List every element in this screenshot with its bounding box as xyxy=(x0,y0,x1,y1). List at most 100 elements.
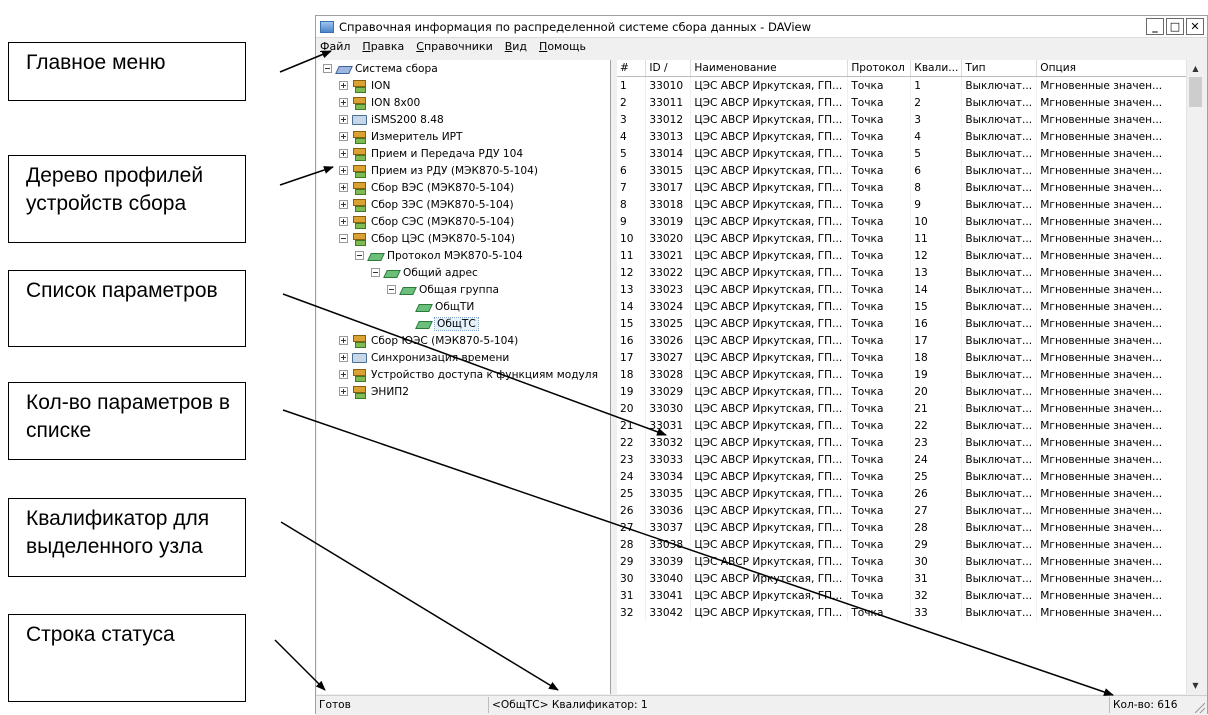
tree-node[interactable]: Прием из РДУ (МЭК870-5-104) xyxy=(339,162,538,179)
scroll-thumb[interactable] xyxy=(1189,77,1202,107)
collapse-icon[interactable] xyxy=(323,64,332,73)
scroll-down-icon[interactable]: ▼ xyxy=(1187,677,1204,694)
close-button[interactable]: ✕ xyxy=(1186,18,1204,35)
title-bar[interactable]: Справочная информация по распределенной … xyxy=(316,16,1207,38)
table-row[interactable]: 4 33013 ЦЭС АВСР Иркутская, ГП... Точка 4 Вык… xyxy=(617,128,1204,145)
table-row[interactable]: 19 33029 ЦЭС АВСР Иркутская, ГП... Точка 20 В… xyxy=(617,383,1204,400)
table-row[interactable]: 10 33020 ЦЭС АВСР Иркутская, ГП... Точка 11 В… xyxy=(617,230,1204,247)
expand-icon[interactable] xyxy=(339,183,348,192)
table-cell: ЦЭС АВСР Иркутская, ГП... xyxy=(690,485,849,502)
table-row[interactable]: 24 33034 ЦЭС АВСР Иркутская, ГП... Точка 25 В… xyxy=(617,468,1204,485)
tree-node[interactable]: Сбор ВЭС (МЭК870-5-104) xyxy=(339,179,514,196)
table-row[interactable]: 2 33011 ЦЭС АВСР Иркутская, ГП... Точка 2 Вык… xyxy=(617,94,1204,111)
table-cell: Точка xyxy=(847,162,912,179)
table-row[interactable]: 26 33036 ЦЭС АВСР Иркутская, ГП... Точка 27 В… xyxy=(617,502,1204,519)
tree-node[interactable]: Сбор СЭС (МЭК870-5-104) xyxy=(339,213,514,230)
expand-icon[interactable] xyxy=(339,149,348,158)
tree-node[interactable]: ЭНИП2 xyxy=(339,383,409,400)
column-header[interactable]: Наименование xyxy=(690,60,849,77)
table-row[interactable]: 30 33040 ЦЭС АВСР Иркутская, ГП... Точка 31 В… xyxy=(617,570,1204,587)
table-cell: 33029 xyxy=(645,383,692,400)
expand-icon[interactable] xyxy=(339,370,348,379)
expand-icon[interactable] xyxy=(339,98,348,107)
table-row[interactable]: 14 33024 ЦЭС АВСР Иркутская, ГП... Точка 15 В… xyxy=(617,298,1204,315)
table-cell: Выключат... xyxy=(961,76,1038,94)
table-cell: 9 xyxy=(910,196,963,213)
tree-node[interactable]: Устройство доступа к функциям модуля xyxy=(339,366,598,383)
table-row[interactable]: 8 33018 ЦЭС АВСР Иркутская, ГП... Точка 9 Вык… xyxy=(617,196,1204,213)
table-row[interactable]: 11 33021 ЦЭС АВСР Иркутская, ГП... Точка 12 В… xyxy=(617,247,1204,264)
column-header[interactable]: Квали... xyxy=(910,60,963,77)
table-row[interactable]: 31 33041 ЦЭС АВСР Иркутская, ГП... Точка 32 В… xyxy=(617,587,1204,604)
table-row[interactable]: 5 33014 ЦЭС АВСР Иркутская, ГП... Точка 5 Вык… xyxy=(617,145,1204,162)
expand-icon[interactable] xyxy=(339,353,348,362)
tree-node[interactable]: Сбор ЗЭС (МЭК870-5-104) xyxy=(339,196,514,213)
tree-node[interactable]: Общий адрес xyxy=(371,264,478,281)
tree-node[interactable]: ОбщТС xyxy=(403,315,479,332)
tree-node[interactable]: Протокол МЭК870-5-104 xyxy=(355,247,523,264)
menu-item-0[interactable]: Файл xyxy=(320,40,350,53)
table-row[interactable]: 7 33017 ЦЭС АВСР Иркутская, ГП... Точка 8 Вык… xyxy=(617,179,1204,196)
table-row[interactable]: 27 33037 ЦЭС АВСР Иркутская, ГП... Точка 28 В… xyxy=(617,519,1204,536)
expand-icon[interactable] xyxy=(339,166,348,175)
table-row[interactable]: 25 33035 ЦЭС АВСР Иркутская, ГП... Точка 26 В… xyxy=(617,485,1204,502)
table-row[interactable]: 28 33038 ЦЭС АВСР Иркутская, ГП... Точка 29 В… xyxy=(617,536,1204,553)
table-row[interactable]: 3 33012 ЦЭС АВСР Иркутская, ГП... Точка 3 Вык… xyxy=(617,111,1204,128)
collapse-icon[interactable] xyxy=(371,268,380,277)
expand-icon[interactable] xyxy=(339,81,348,90)
menu-item-2[interactable]: Справочники xyxy=(416,40,492,53)
tree-node[interactable]: ОбщТИ xyxy=(403,298,474,315)
expand-icon[interactable] xyxy=(339,115,348,124)
menu-item-1[interactable]: Правка xyxy=(362,40,404,53)
table-cell: Точка xyxy=(847,434,912,451)
table-row[interactable]: 12 33022 ЦЭС АВСР Иркутская, ГП... Точка 13 В… xyxy=(617,264,1204,281)
maximize-button[interactable]: □ xyxy=(1166,18,1184,35)
tree-node[interactable]: Система сбора xyxy=(323,60,438,77)
tree-node[interactable]: ION 8x00 xyxy=(339,94,420,111)
table-row[interactable]: 29 33039 ЦЭС АВСР Иркутская, ГП... Точка 30 В… xyxy=(617,553,1204,570)
table-cell: ЦЭС АВСР Иркутская, ГП... xyxy=(690,315,849,332)
menu-item-4[interactable]: Помощь xyxy=(539,40,586,53)
table-row[interactable]: 15 33025 ЦЭС АВСР Иркутская, ГП... Точка 16 В… xyxy=(617,315,1204,332)
table-row[interactable]: 23 33033 ЦЭС АВСР Иркутская, ГП... Точка 24 В… xyxy=(617,451,1204,468)
table-row[interactable]: 13 33023 ЦЭС АВСР Иркутская, ГП... Точка 14 В… xyxy=(617,281,1204,298)
table-row[interactable]: 17 33027 ЦЭС АВСР Иркутская, ГП... Точка 18 В… xyxy=(617,349,1204,366)
device-profile-tree[interactable]: Система сбора ION ION 8x00 iSMS200 8.48 Изме… xyxy=(317,60,611,694)
table-row[interactable]: 20 33030 ЦЭС АВСР Иркутская, ГП... Точка 21 В… xyxy=(617,400,1204,417)
table-row[interactable]: 1 33010 ЦЭС АВСР Иркутская, ГП... Точка 1 Вык… xyxy=(617,76,1204,94)
tree-node[interactable]: iSMS200 8.48 xyxy=(339,111,444,128)
expand-icon[interactable] xyxy=(339,132,348,141)
table-row[interactable]: 21 33031 ЦЭС АВСР Иркутская, ГП... Точка 22 В… xyxy=(617,417,1204,434)
collapse-icon[interactable] xyxy=(339,234,348,243)
tree-node[interactable]: Общая группа xyxy=(387,281,499,298)
collapse-icon[interactable] xyxy=(355,251,364,260)
minimize-button[interactable]: _ xyxy=(1146,18,1164,35)
column-header[interactable]: # xyxy=(617,60,647,77)
tree-node[interactable]: Сбор ЮЭС (МЭК870-5-104) xyxy=(339,332,518,349)
tree-node[interactable]: Синхронизация времени xyxy=(339,349,509,366)
menu-item-3[interactable]: Вид xyxy=(505,40,527,53)
table-row[interactable]: 16 33026 ЦЭС АВСР Иркутская, ГП... Точка 17 В… xyxy=(617,332,1204,349)
vertical-scrollbar[interactable]: ▲ ▼ xyxy=(1186,60,1204,694)
expand-icon[interactable] xyxy=(339,200,348,209)
expand-icon[interactable] xyxy=(339,336,348,345)
tree-node[interactable]: Прием и Передача РДУ 104 xyxy=(339,145,523,162)
tree-node[interactable]: Сбор ЦЭС (МЭК870-5-104) xyxy=(339,230,515,247)
table-row[interactable]: 6 33015 ЦЭС АВСР Иркутская, ГП... Точка 6 Вык… xyxy=(617,162,1204,179)
resize-grip-icon[interactable] xyxy=(1195,703,1205,713)
column-header[interactable]: Тип xyxy=(961,60,1038,77)
table-row[interactable]: 32 33042 ЦЭС АВСР Иркутская, ГП... Точка 33 В… xyxy=(617,604,1204,621)
parameter-list[interactable]: # ID / Наименование Протокол Квали... Тип Опци… xyxy=(617,60,1204,694)
column-header[interactable]: Опция xyxy=(1036,60,1204,77)
expand-icon[interactable] xyxy=(339,387,348,396)
table-row[interactable]: 9 33019 ЦЭС АВСР Иркутская, ГП... Точка 10 Вы… xyxy=(617,213,1204,230)
column-header[interactable]: ID / xyxy=(645,60,692,77)
expand-icon[interactable] xyxy=(339,217,348,226)
table-row[interactable]: 18 33028 ЦЭС АВСР Иркутская, ГП... Точка 19 В… xyxy=(617,366,1204,383)
column-header[interactable]: Протокол xyxy=(847,60,912,77)
table-row[interactable]: 22 33032 ЦЭС АВСР Иркутская, ГП... Точка 23 В… xyxy=(617,434,1204,451)
tree-node[interactable]: ION xyxy=(339,77,390,94)
tree-node[interactable]: Измеритель ИРТ xyxy=(339,128,463,145)
scroll-up-icon[interactable]: ▲ xyxy=(1187,60,1204,77)
collapse-icon[interactable] xyxy=(387,285,396,294)
